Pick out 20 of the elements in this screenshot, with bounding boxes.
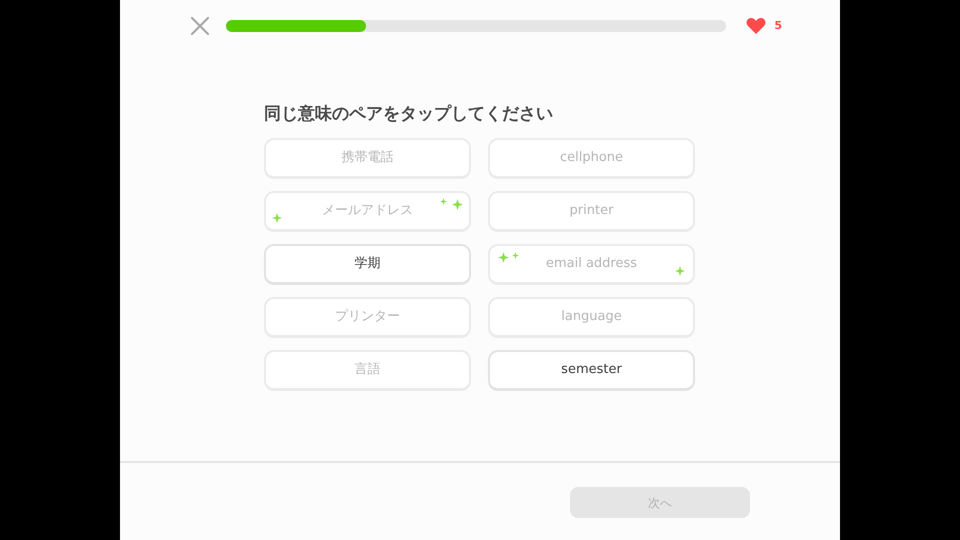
sparkle-icon [498, 252, 509, 262]
answer-tile[interactable]: 学期 [264, 244, 471, 284]
answer-tile[interactable]: semester [488, 350, 695, 390]
sparkle-icon [512, 252, 519, 258]
hearts-count: 5 [774, 18, 782, 34]
answer-tile[interactable]: email address [488, 244, 695, 284]
answer-tile[interactable]: 携帯電話 [264, 138, 471, 178]
heart-icon [746, 17, 766, 35]
sparkle-icon [272, 212, 282, 222]
answer-tile[interactable]: language [488, 296, 695, 338]
sparkle-icon [675, 266, 685, 276]
sparkle-icon [440, 198, 447, 204]
answer-tile[interactable]: プリンター [264, 296, 471, 338]
close-icon[interactable] [190, 16, 210, 36]
answer-tile[interactable]: printer [488, 190, 695, 232]
answer-tile[interactable]: メールアドレス [264, 190, 471, 232]
prompt-title: 同じ意味のペアをタップしてください [264, 103, 554, 126]
answer-tile[interactable]: 言語 [264, 350, 471, 390]
sparkle-icon [452, 198, 463, 210]
answer-tile[interactable]: cellphone [488, 138, 695, 178]
